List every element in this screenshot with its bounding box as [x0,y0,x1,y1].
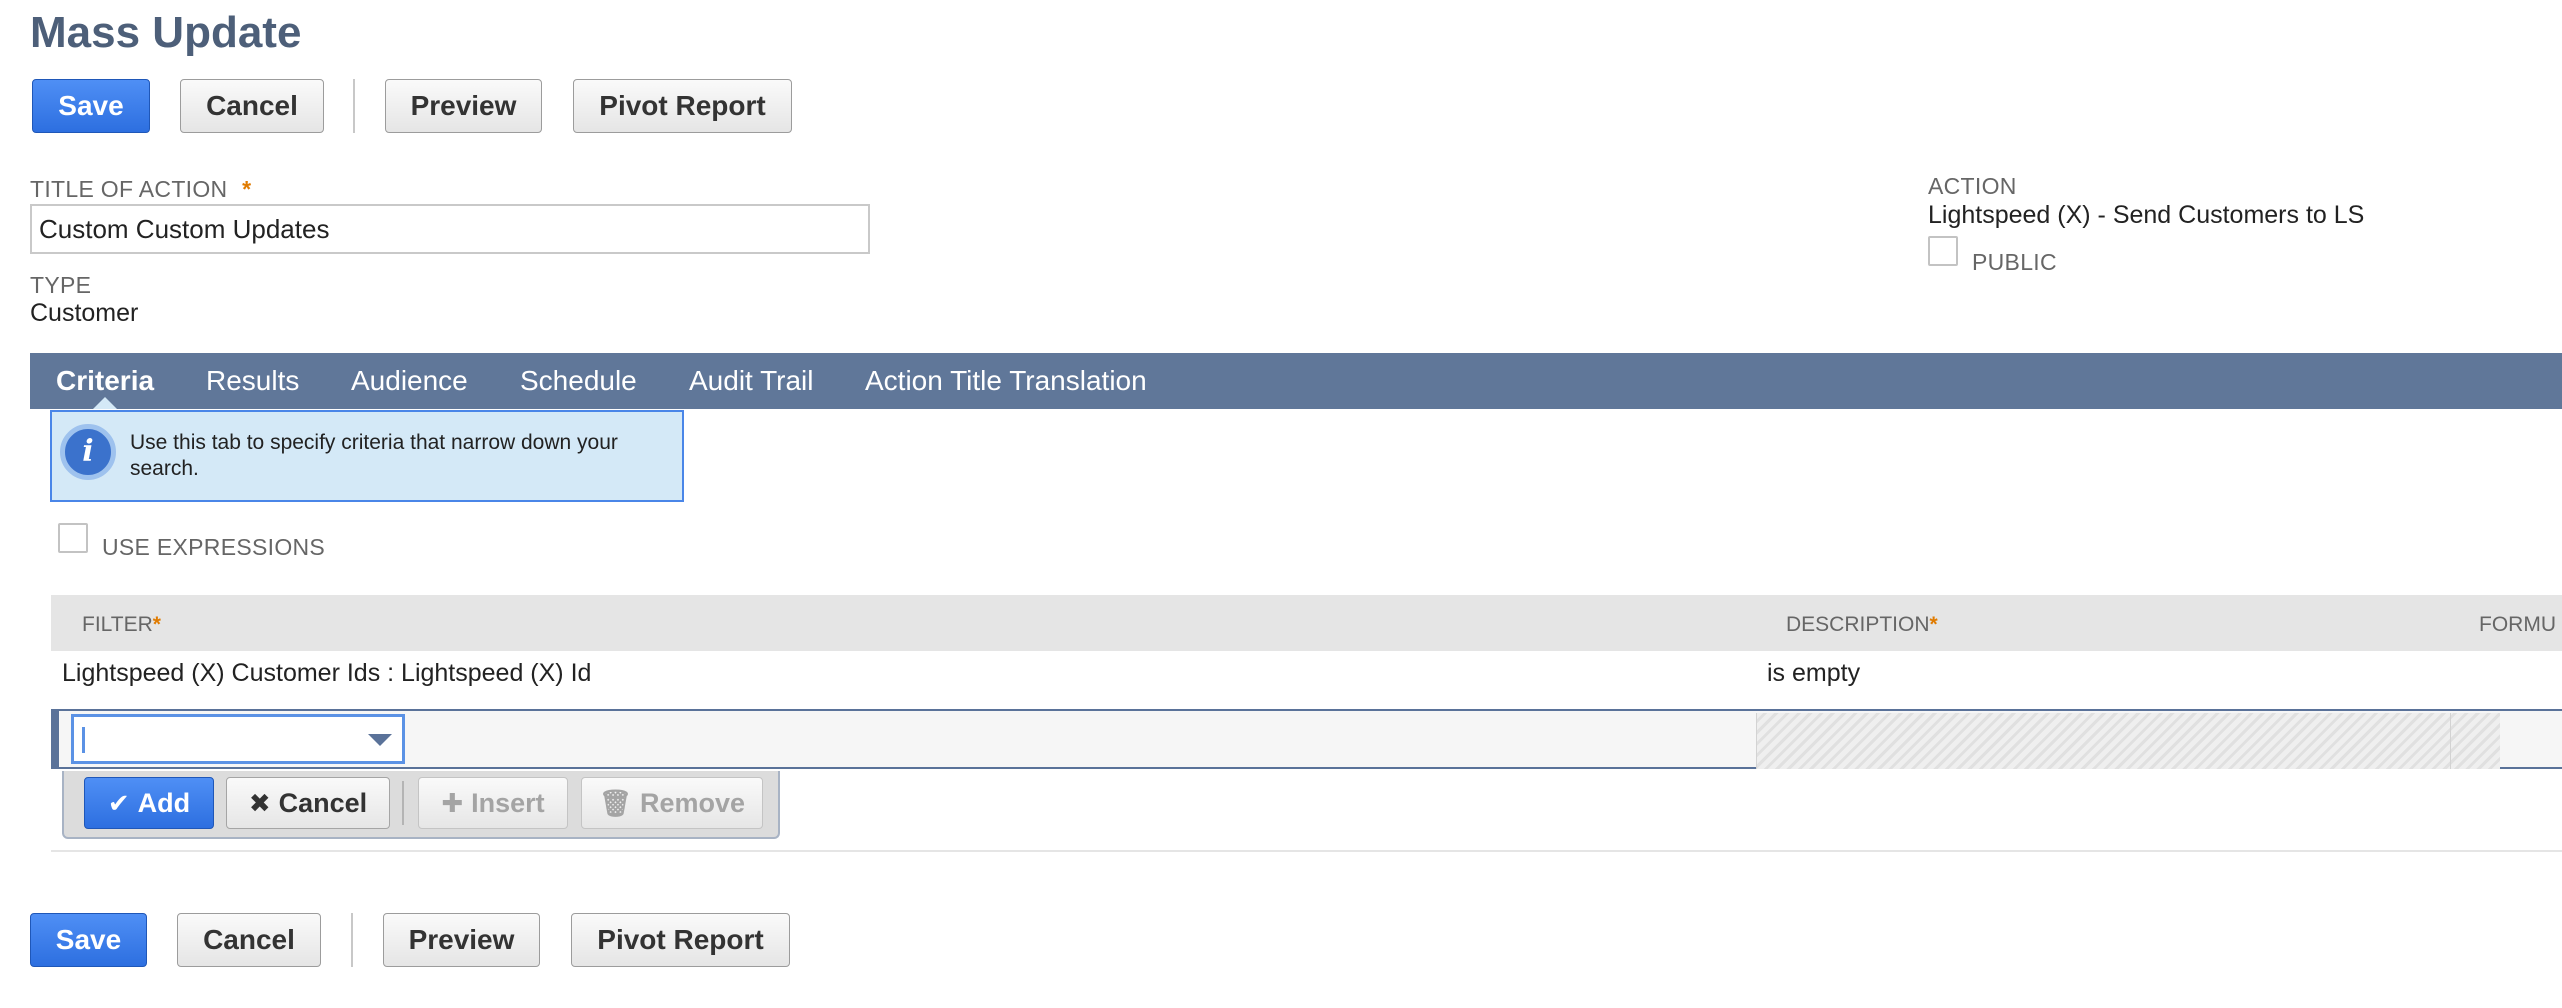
machine-button-bar: ✔ Add ✖ Cancel ✚ Insert 🗑 Remove [62,771,780,839]
tab-audit-trail[interactable]: Audit Trail [689,353,814,409]
remove-line-label: Remove [639,787,746,818]
subtab-bar: Criteria Results Audience Schedule Audit… [30,353,2562,409]
insert-line-label: Insert [471,787,545,818]
type-label: TYPE [30,272,92,298]
text-cursor [82,727,85,753]
cancel-button-bottom[interactable]: Cancel [177,913,321,967]
cancel-line-button[interactable]: ✖ Cancel [226,777,390,829]
required-mark: * [1929,613,1938,636]
public-label: PUBLIC [1972,249,2057,275]
row-description-cell[interactable]: is empty [1767,659,1860,688]
title-of-action-label-text: TITLE OF ACTION [30,176,228,202]
info-message: i Use this tab to specify criteria that … [50,410,684,502]
add-line-label: Add [137,787,191,818]
chevron-down-icon[interactable] [368,734,392,746]
grid-bottom-border [51,850,2562,852]
column-header-description: DESCRIPTION* [1786,613,1938,637]
tab-schedule[interactable]: Schedule [520,353,637,409]
public-checkbox[interactable] [1928,236,1958,266]
active-tab-indicator [93,397,117,409]
cancel-line-label: Cancel [278,787,368,818]
pivot-report-button-bottom[interactable]: Pivot Report [571,913,790,967]
close-icon: ✖ [248,787,271,818]
plus-icon: ✚ [441,787,464,818]
remove-line-button[interactable]: 🗑 Remove [581,777,763,829]
save-button[interactable]: Save [32,79,150,133]
cell-divider [1756,713,1757,769]
title-of-action-label: TITLE OF ACTION * [30,176,251,203]
type-value: Customer [30,299,139,327]
column-header-description-label: DESCRIPTION [1786,613,1930,636]
required-mark: * [152,613,161,636]
preview-button-bottom[interactable]: Preview [383,913,540,967]
required-mark: * [242,176,252,202]
title-of-action-input[interactable] [30,204,870,254]
info-icon: i [60,424,116,480]
column-header-filter-label: FILTER [82,613,153,636]
checkmark-icon: ✔ [107,787,130,818]
action-label: ACTION [1928,173,2017,199]
add-line-button[interactable]: ✔ Add [84,777,214,829]
use-expressions-checkbox[interactable] [58,523,88,553]
filter-select[interactable] [71,714,405,764]
toolbar-separator [353,79,355,133]
use-expressions-label: USE EXPRESSIONS [102,534,326,560]
description-edit-cell [1756,713,2500,769]
tab-action-title-translation[interactable]: Action Title Translation [865,353,1147,409]
page-title: Mass Update [30,8,302,57]
cell-divider [2450,713,2451,769]
criteria-grid-header: FILTER* DESCRIPTION* FORMU [51,595,2562,651]
tab-audience[interactable]: Audience [351,353,468,409]
column-header-formula: FORMU [2479,613,2556,636]
edit-row-marker [51,709,59,769]
trash-icon: 🗑 [598,787,632,818]
pivot-report-button[interactable]: Pivot Report [573,79,792,133]
toolbar-separator [351,913,353,967]
info-text: Use this tab to specify criteria that na… [130,431,618,480]
save-button-bottom[interactable]: Save [30,913,147,967]
insert-line-button[interactable]: ✚ Insert [418,777,568,829]
toolbar-separator [402,781,404,825]
action-value: Lightspeed (X) - Send Customers to LS [1928,201,2365,229]
column-header-filter: FILTER* [82,613,161,637]
tab-results[interactable]: Results [206,353,299,409]
row-filter-cell[interactable]: Lightspeed (X) Customer Ids : Lightspeed… [62,659,591,688]
criteria-edit-row[interactable] [51,709,2562,769]
cancel-button[interactable]: Cancel [180,79,324,133]
preview-button[interactable]: Preview [385,79,542,133]
